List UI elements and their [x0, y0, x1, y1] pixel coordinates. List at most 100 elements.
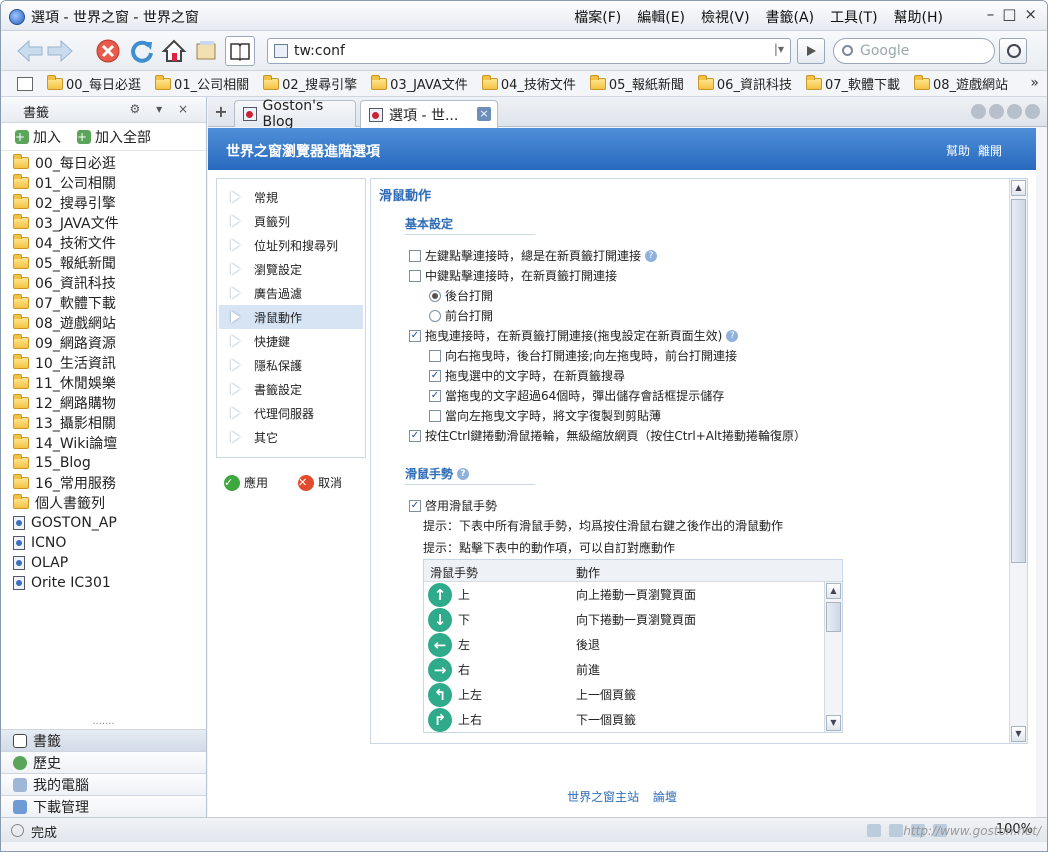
checkbox-unchecked[interactable]	[429, 409, 441, 422]
menu-file[interactable]: 檔案(F)	[574, 7, 621, 27]
tab-next-icon[interactable]	[1007, 104, 1022, 119]
sidebar-folder[interactable]: 13_攝影相關	[1, 413, 206, 433]
table-row[interactable]: ↑ 上 向上捲動一頁瀏覽頁面	[424, 582, 842, 607]
radio-unselected[interactable]	[429, 309, 441, 322]
history-button[interactable]	[191, 36, 221, 66]
sidebar-controls[interactable]: ⚙ ▾ ×	[130, 102, 194, 116]
bookmarks-panel-button[interactable]	[225, 36, 255, 66]
radio-foreground[interactable]: 前台打開	[429, 307, 493, 324]
status-tool-icon[interactable]	[889, 824, 903, 837]
sidebar-folder[interactable]: 08_遊戲網站	[1, 313, 206, 333]
bookmark-folder[interactable]: 01_公司相關	[155, 74, 249, 93]
sidebar-folder[interactable]: 07_軟體下載	[1, 293, 206, 313]
options-nav-item[interactable]: 快捷鍵	[219, 329, 363, 353]
options-nav-item[interactable]: 其它	[219, 425, 363, 449]
address-dropdown-icon[interactable]: |▾	[774, 42, 784, 56]
sidebar-folder[interactable]: 11_休閒娛樂	[1, 373, 206, 393]
option-drag-link[interactable]: ✓ 拖曳連接時，在新頁籤打開連接(拖曳設定在新頁面生效)?	[409, 327, 739, 344]
search-box[interactable]: Google	[833, 38, 995, 64]
help-icon[interactable]: ?	[645, 249, 658, 262]
option-drag-copy[interactable]: 當向左拖曳文字時，將文字復製到剪貼薄	[429, 407, 661, 424]
gesture-action[interactable]: 前進	[576, 661, 600, 678]
table-row[interactable]: ↓ 下 向下捲動一頁瀏覽頁面	[424, 607, 842, 632]
table-scrollbar[interactable]: ▲ ▼	[824, 582, 842, 732]
sidebar-folder[interactable]: 12_網路購物	[1, 393, 206, 413]
checkbox-unchecked[interactable]	[429, 349, 441, 362]
footer-forum-link[interactable]: 論壇	[653, 790, 677, 804]
apply-button[interactable]: ✓ 應用	[224, 474, 268, 491]
options-nav-item[interactable]: 隱私保護	[219, 353, 363, 377]
tab-close-icon[interactable]	[1025, 104, 1040, 119]
sidebar-bookmark[interactable]: ICNO	[1, 533, 206, 553]
options-nav-item[interactable]: 書籤設定	[219, 377, 363, 401]
footer-site-link[interactable]: 世界之窗主站	[567, 790, 639, 804]
tab-goston-blog[interactable]: Goston's Blog	[234, 98, 356, 130]
new-tab-button[interactable]: +	[212, 102, 230, 122]
bookmarks-book-icon[interactable]	[17, 76, 33, 91]
address-input[interactable]: tw:conf	[294, 43, 345, 59]
sidebar-folder[interactable]: 15_Blog	[1, 453, 206, 473]
tab-list-icon[interactable]	[971, 104, 986, 119]
close-tab-icon[interactable]: ×	[477, 107, 491, 121]
checkbox-checked[interactable]: ✓	[429, 389, 441, 402]
table-row[interactable]: ↱ 上右 下一個頁籤	[424, 707, 842, 732]
options-nav-item[interactable]: 常規	[219, 185, 363, 209]
sidebar-bookmark[interactable]: OLAP	[1, 553, 206, 573]
bookmark-folder[interactable]: 05_報紙新聞	[589, 74, 684, 93]
add-bookmark-button[interactable]: + 加入	[15, 127, 61, 147]
option-ctrl-zoom[interactable]: ✓ 按住Ctrl鍵捲動滑鼠捲輪，無級縮放網頁（按住Ctrl+Alt捲動捲輪復原）	[409, 427, 806, 444]
cancel-button[interactable]: ✕ 取消	[298, 474, 342, 491]
bookmark-folder[interactable]: 07_軟體下載	[805, 74, 900, 93]
sidebar-title[interactable]: 書籤	[23, 102, 49, 121]
sidebar-tab-computer[interactable]: 我的電腦	[1, 773, 206, 795]
search-input[interactable]: Google	[860, 43, 909, 59]
gesture-action[interactable]: 後退	[576, 636, 600, 653]
bookmark-folder[interactable]: 03_JAVA文件	[371, 74, 468, 93]
add-all-button[interactable]: + 加入全部	[77, 127, 151, 147]
scroll-up-icon[interactable]: ▲	[1011, 180, 1026, 196]
menu-help[interactable]: 幫助(H)	[894, 7, 943, 27]
refresh-button[interactable]	[127, 36, 157, 66]
sidebar-tab-history[interactable]: 歷史	[1, 751, 206, 773]
sidebar-folder[interactable]: 04_技術文件	[1, 233, 206, 253]
option-drag-save[interactable]: ✓ 當拖曳的文字超過64個時，彈出儲存會話框提示儲存	[429, 387, 724, 404]
sidebar-folder[interactable]: 00_每日必逛	[1, 153, 206, 173]
sidebar-folder[interactable]: 06_資訊科技	[1, 273, 206, 293]
table-row[interactable]: → 右 前進	[424, 657, 842, 682]
table-row[interactable]: ← 左 後退	[424, 632, 842, 657]
option-drag-search[interactable]: ✓ 拖曳選中的文字時，在新頁籤搜尋	[429, 367, 625, 384]
scroll-up-icon[interactable]: ▲	[826, 583, 841, 599]
scroll-thumb[interactable]	[1011, 199, 1026, 563]
menu-bookmarks[interactable]: 書籤(A)	[766, 7, 815, 27]
scroll-thumb[interactable]	[826, 602, 841, 632]
bookmark-folder[interactable]: 00_每日必逛	[47, 74, 141, 93]
options-nav-item[interactable]: 頁籤列	[219, 209, 363, 233]
sidebar-folder[interactable]: 03_JAVA文件	[1, 213, 206, 233]
gesture-action[interactable]: 向下捲動一頁瀏覽頁面	[576, 611, 696, 628]
option-drag-direction[interactable]: 向右拖曳時，後台打開連接;向左拖曳時，前台打開連接	[429, 347, 737, 364]
bookmark-folder[interactable]: 06_資訊科技	[697, 74, 792, 93]
sidebar-folder[interactable]: 09_網路資源	[1, 333, 206, 353]
sidebar-folder[interactable]: 14_Wiki論壇	[1, 433, 206, 453]
close-window-button[interactable]: ×	[1024, 5, 1037, 23]
checkbox-unchecked[interactable]	[409, 249, 421, 262]
help-link[interactable]: 幫助	[946, 144, 970, 158]
gesture-action[interactable]: 上一個頁籤	[576, 686, 636, 703]
gesture-action[interactable]: 下一個頁籤	[576, 711, 636, 728]
help-icon[interactable]: ?	[726, 329, 739, 342]
maximize-button[interactable]: □	[1002, 5, 1016, 23]
sidebar-folder[interactable]: 01_公司相關	[1, 173, 206, 193]
back-button[interactable]	[15, 36, 45, 66]
home-button[interactable]	[159, 36, 189, 66]
sidebar-folder[interactable]: 16_常用服務	[1, 473, 206, 493]
checkbox-checked[interactable]: ✓	[429, 369, 441, 382]
scroll-down-icon[interactable]: ▼	[826, 715, 841, 731]
checkbox-checked[interactable]: ✓	[409, 499, 421, 512]
options-nav-item[interactable]: 廣告過濾	[219, 281, 363, 305]
radio-selected[interactable]	[429, 289, 441, 302]
radio-background[interactable]: 後台打開	[429, 287, 493, 304]
tab-prev-icon[interactable]	[989, 104, 1004, 119]
bookmark-folder[interactable]: 08_遊戲網站	[914, 74, 1008, 93]
bookmark-folder[interactable]: 04_技術文件	[481, 74, 576, 93]
bookmark-folder[interactable]: 02_搜尋引擎	[263, 74, 357, 93]
